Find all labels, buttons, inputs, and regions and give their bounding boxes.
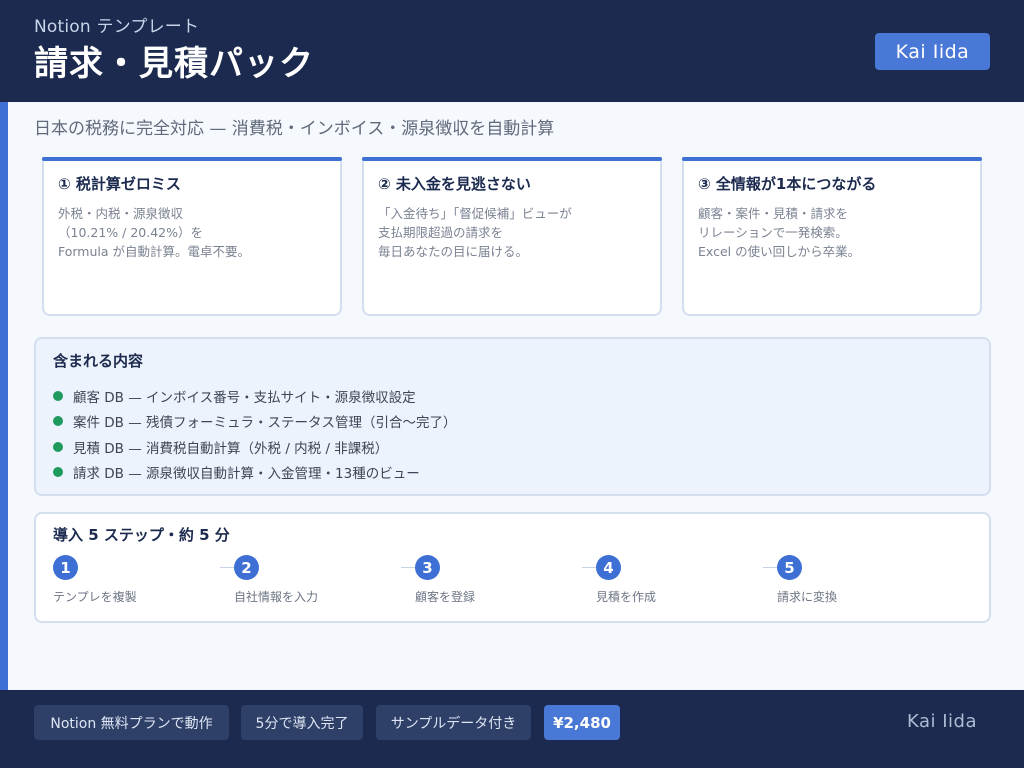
feature-card-title: ② 未入金を見逃さない xyxy=(378,175,531,193)
step-item: 1 テンプレを複製 xyxy=(53,555,203,605)
list-item-text: 案件 DB — 残債フォーミュラ・ステータス管理（引合〜完了） xyxy=(73,415,457,432)
step-label: 見積を作成 xyxy=(596,590,657,604)
feature-card-body: 外税・内税・源泉徴収 （10.21% / 20.42%）を Formula が自… xyxy=(58,206,251,259)
bullet-dot-icon xyxy=(53,467,63,478)
steps-title: 導入 5 ステップ・約 5 分 xyxy=(53,526,230,544)
step-connector xyxy=(220,567,234,568)
step-item: 4 見積を作成 xyxy=(582,555,746,605)
feature-card-body: 顧客・案件・見積・請求を リレーションで一発検索。 Excel の使い回しから卒… xyxy=(698,206,861,259)
list-item-text: 顧客 DB — インボイス番号・支払サイト・源泉徴収設定 xyxy=(73,389,416,406)
step-connector xyxy=(763,567,777,568)
step-number: 5 xyxy=(777,555,802,580)
feature-card-title: ① 税計算ゼロミス xyxy=(58,175,181,193)
template-cover: Notion テンプレート 請求・見積パック Kai Iida 日本の税務に完全… xyxy=(0,0,1024,768)
feature-card-body: 「入金待ち」「督促候補」ビューが 支払期限超過の請求を 毎日あなたの目に届ける。 xyxy=(378,206,572,259)
step-connector xyxy=(401,567,415,568)
step-label: 請求に変換 xyxy=(777,590,838,604)
left-accent-bar xyxy=(0,102,8,690)
list-item-text: 請求 DB — 源泉徴収自動計算・入金管理・13種のビュー xyxy=(73,466,420,483)
feature-card-tax: ① 税計算ゼロミス 外税・内税・源泉徴収 （10.21% / 20.42%）を … xyxy=(42,157,342,316)
step-number: 3 xyxy=(415,555,440,580)
contents-title: 含まれる内容 xyxy=(53,352,144,370)
footer-author: Kai Iida xyxy=(906,711,977,732)
list-item: 顧客 DB — インボイス番号・支払サイト・源泉徴収設定 xyxy=(53,383,457,409)
page-title: 請求・見積パック xyxy=(34,44,314,84)
step-label: 自社情報を入力 xyxy=(234,590,319,604)
step-label: テンプレを複製 xyxy=(53,590,137,604)
step-connector xyxy=(582,567,596,568)
list-item: 請求 DB — 源泉徴収自動計算・入金管理・13種のビュー xyxy=(53,460,457,486)
price-badge: ¥2,480 xyxy=(544,705,620,740)
contents-list: 顧客 DB — インボイス番号・支払サイト・源泉徴収設定 案件 DB — 残債フ… xyxy=(53,383,457,485)
step-item: 3 顧客を登録 xyxy=(401,555,565,605)
step-item: 5 請求に変換 xyxy=(763,555,927,605)
step-item: 2 自社情報を入力 xyxy=(220,555,384,605)
feature-pill-sample-data: サンプルデータ付き xyxy=(376,705,531,740)
list-item-text: 見積 DB — 消費税自動計算（外税 / 内税 / 非課税） xyxy=(73,440,389,457)
step-number: 2 xyxy=(234,555,259,580)
feature-card-unpaid: ② 未入金を見逃さない 「入金待ち」「督促候補」ビューが 支払期限超過の請求を … xyxy=(362,157,662,316)
feature-pill-setup-time: 5分で導入完了 xyxy=(241,705,363,740)
feature-pill-free-plan: Notion 無料プランで動作 xyxy=(34,705,229,740)
feature-card-relations: ③ 全情報が1本につながる 顧客・案件・見積・請求を リレーションで一発検索。 … xyxy=(682,157,982,316)
header-eyebrow: Notion テンプレート xyxy=(34,17,200,37)
bullet-dot-icon xyxy=(53,441,63,452)
bullet-dot-icon xyxy=(53,416,63,427)
list-item: 見積 DB — 消費税自動計算（外税 / 内税 / 非課税） xyxy=(53,434,457,460)
setup-steps: 導入 5 ステップ・約 5 分 1 テンプレを複製 2 自社情報を入力 3 顧客… xyxy=(34,512,991,623)
included-contents: 含まれる内容 顧客 DB — インボイス番号・支払サイト・源泉徴収設定 案件 D… xyxy=(34,337,991,496)
bullet-dot-icon xyxy=(53,390,63,401)
tagline: 日本の税務に完全対応 — 消費税・インボイス・源泉徴収を自動計算 xyxy=(34,119,555,139)
step-label: 顧客を登録 xyxy=(415,590,476,604)
step-number: 4 xyxy=(596,555,621,580)
author-badge: Kai Iida xyxy=(875,33,990,70)
header: Notion テンプレート 請求・見積パック Kai Iida xyxy=(0,0,1024,102)
footer: Notion 無料プランで動作 5分で導入完了 サンプルデータ付き ¥2,480… xyxy=(0,690,1024,768)
list-item: 案件 DB — 残債フォーミュラ・ステータス管理（引合〜完了） xyxy=(53,409,457,435)
feature-cards: ① 税計算ゼロミス 外税・内税・源泉徴収 （10.21% / 20.42%）を … xyxy=(42,157,982,316)
step-number: 1 xyxy=(53,555,78,580)
feature-card-title: ③ 全情報が1本につながる xyxy=(698,175,877,193)
